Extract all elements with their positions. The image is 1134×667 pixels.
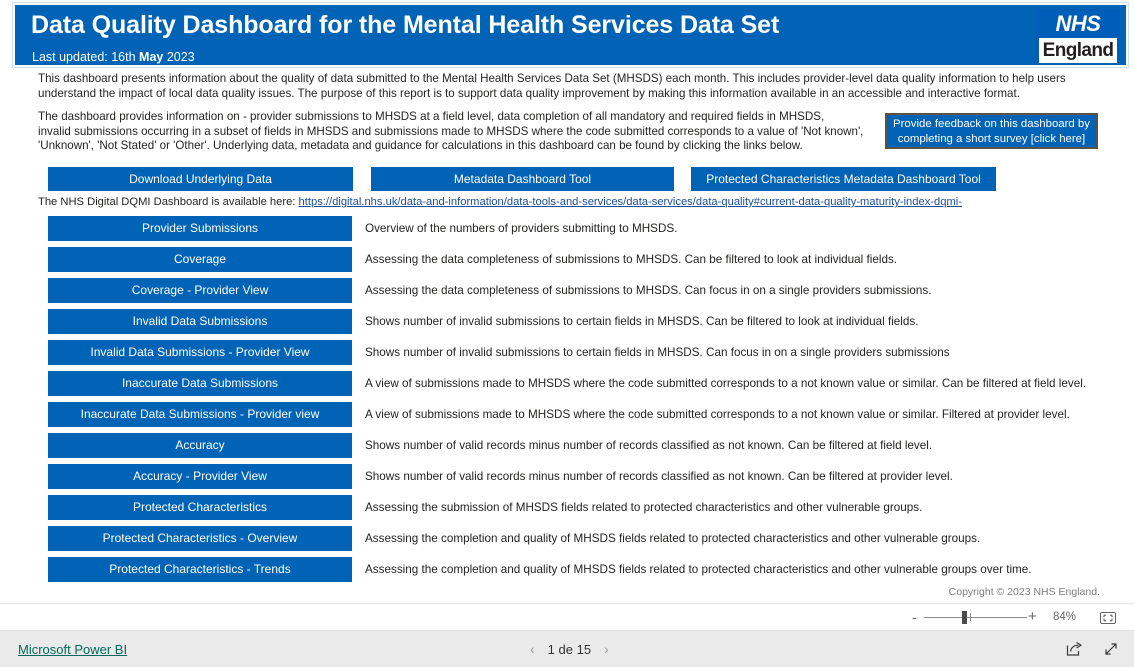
fit-to-page-icon[interactable] [1100,612,1116,624]
nav-button-coverage-provider-view[interactable]: Coverage - Provider View [48,278,352,303]
nav-description: Shows number of valid records minus numb… [365,439,933,452]
nav-row: Invalid Data Submissions Shows number of … [0,309,1134,334]
nav-button-inaccurate-data-submissions[interactable]: Inaccurate Data Submissions [48,371,352,396]
nav-row: Protected Characteristics - Overview Asse… [0,526,1134,551]
nav-row: Protected Characteristics Assessing the s… [0,495,1134,520]
nav-row: Accuracy Shows number of valid records mi… [0,433,1134,458]
last-updated-year: 2023 [163,50,195,64]
nav-description: Overview of the numbers of providers sub… [365,222,678,235]
nav-button-inaccurate-data-submissions-provider-view[interactable]: Inaccurate Data Submissions - Provider v… [48,402,352,427]
nav-button-protected-characteristics-overview[interactable]: Protected Characteristics - Overview [48,526,352,551]
dqmi-link-line: The NHS Digital DQMI Dashboard is availa… [38,196,962,208]
nav-row: Coverage - Provider View Assessing the da… [0,278,1134,303]
last-updated-month: May [139,50,164,64]
nav-description: Shows number of invalid submissions to c… [365,346,950,359]
share-icon[interactable] [1066,641,1083,657]
report-canvas: Data Quality Dashboard for the Mental He… [0,0,1134,597]
metadata-dashboard-tool-button[interactable]: Metadata Dashboard Tool [371,167,674,191]
nhs-logo-top-text: NHS [1039,12,1117,38]
download-underlying-data-button[interactable]: Download Underlying Data [48,167,353,191]
report-header: Data Quality Dashboard for the Mental He… [12,2,1129,68]
nav-row: Invalid Data Submissions - Provider View… [0,340,1134,365]
report-footer-bar: Microsoft Power BI ‹ 1 de 15 › [0,631,1134,667]
nhs-logo-bottom-text: England [1039,38,1117,63]
zoom-percentage-label: 84% [1053,611,1077,623]
nav-button-invalid-data-submissions[interactable]: Invalid Data Submissions [48,309,352,334]
copyright-text: Copyright © 2023 NHS England. [948,586,1100,597]
nav-row: Inaccurate Data Submissions - Provider v… [0,402,1134,427]
zoom-slider-tick [970,613,971,621]
nav-description: Shows number of invalid submissions to c… [365,315,919,328]
microsoft-power-bi-link[interactable]: Microsoft Power BI [18,642,127,657]
nav-description: A view of submissions made to MHSDS wher… [365,408,1070,421]
nav-row: Accuracy - Provider View Shows number of … [0,464,1134,489]
nav-button-invalid-data-submissions-provider-view[interactable]: Invalid Data Submissions - Provider View [48,340,352,365]
nav-description: Assessing the data completeness of submi… [365,253,898,266]
nav-row: Coverage Assessing the data completeness … [0,247,1134,272]
zoom-slider-track[interactable] [924,617,1027,618]
nav-description: Assessing the completion and quality of … [365,563,1032,576]
nav-description: Assessing the completion and quality of … [365,532,981,545]
nav-button-protected-characteristics[interactable]: Protected Characteristics [48,495,352,520]
nav-description: Assessing the submission of MHSDS fields… [365,501,923,514]
protected-characteristics-metadata-dashboard-tool-button[interactable]: Protected Characteristics Metadata Dashb… [691,167,996,191]
dqmi-prefix-text: The NHS Digital DQMI Dashboard is availa… [38,196,299,208]
page-indicator-label: 1 de 15 [547,641,592,657]
nav-description: Shows number of valid records minus numb… [365,470,953,483]
previous-page-icon[interactable]: ‹ [530,641,535,657]
nav-description: Assessing the data completeness of submi… [365,284,932,297]
last-updated-prefix: Last updated: 16th [32,50,140,64]
nav-row: Provider Submissions Overview of the numb… [0,216,1134,241]
nav-button-coverage[interactable]: Coverage [48,247,352,272]
zoom-slider-thumb[interactable] [962,611,967,624]
page-title: Data Quality Dashboard for the Mental He… [31,11,780,39]
intro-paragraph-1: This dashboard presents information abou… [38,72,1066,100]
nav-button-provider-submissions[interactable]: Provider Submissions [48,216,352,241]
nav-button-accuracy[interactable]: Accuracy [48,433,352,458]
nav-row: Inaccurate Data Submissions A view of su… [0,371,1134,396]
page-navigation: ‹ 1 de 15 › [530,641,609,657]
zoom-in-button[interactable]: + [1028,609,1037,624]
dqmi-dashboard-link[interactable]: https://digital.nhs.uk/data-and-informat… [299,196,962,208]
nav-row: Protected Characteristics - Trends Assess… [0,557,1134,582]
provide-feedback-button[interactable]: Provide feedback on this dashboard by co… [885,113,1098,149]
fullscreen-icon[interactable] [1103,641,1120,657]
power-bi-report-viewer: Data Quality Dashboard for the Mental He… [0,0,1134,667]
next-page-icon[interactable]: › [604,641,609,657]
nhs-england-logo: NHS England [1036,9,1120,63]
nav-button-protected-characteristics-trends[interactable]: Protected Characteristics - Trends [48,557,352,582]
nav-description: A view of submissions made to MHSDS wher… [365,377,1087,390]
zoom-out-button[interactable]: - [912,610,917,624]
nav-button-accuracy-provider-view[interactable]: Accuracy - Provider View [48,464,352,489]
last-updated-text: Last updated: 16th May 2023 [32,50,195,64]
